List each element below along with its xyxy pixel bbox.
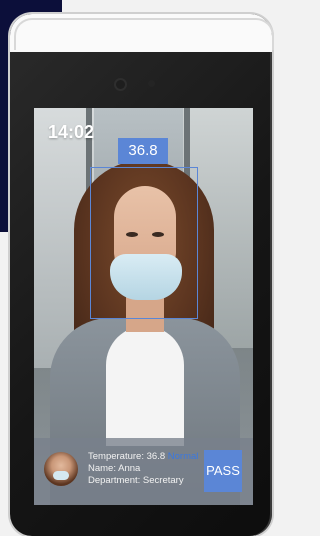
clock-time: 14:02: [48, 122, 95, 142]
temperature-tag: 36.8: [118, 138, 168, 164]
department-line: Department: Secretary: [88, 475, 198, 487]
device-screen: 14:02 36.8 Temperature: 36.8 Normal Name…: [34, 108, 253, 505]
pass-button[interactable]: PASS: [204, 450, 242, 492]
temperature-value: 36.8: [146, 451, 166, 462]
department-label: Department:: [88, 475, 141, 486]
name-line: Name: Anna: [88, 463, 198, 475]
avatar-mask: [53, 471, 69, 480]
temperature-label: Temperature:: [88, 451, 144, 462]
name-label: Name:: [88, 463, 116, 474]
info-text: Temperature: 36.8 Normal Name: Anna Depa…: [88, 451, 198, 487]
person-shirt: [106, 326, 184, 446]
status-normal: Normal: [167, 451, 199, 462]
department-value: Secretary: [142, 475, 184, 486]
temperature-line: Temperature: 36.8 Normal: [88, 451, 198, 463]
camera-icon: [116, 80, 125, 89]
sensor-icon: [148, 80, 155, 87]
avatar: [44, 452, 78, 486]
face-detection-box: [90, 167, 198, 319]
name-value: Anna: [118, 463, 141, 474]
info-panel: Temperature: 36.8 Normal Name: Anna Depa…: [34, 438, 253, 505]
device-rim: [14, 18, 274, 50]
